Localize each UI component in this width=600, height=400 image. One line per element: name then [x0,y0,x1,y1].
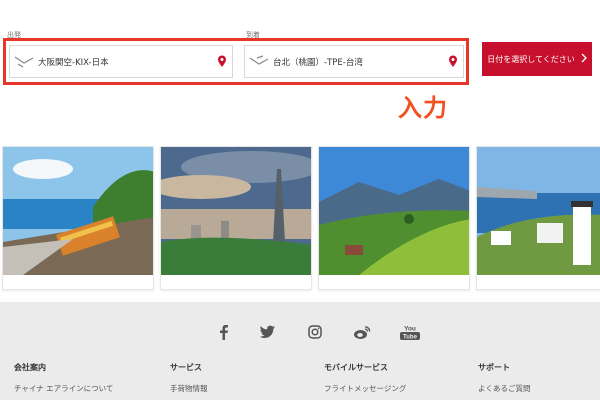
footer-column-services: サービス 手荷物情報 [170,362,208,394]
chevron-right-icon [581,53,587,65]
weibo-icon[interactable] [352,322,372,342]
destination-field[interactable]: 台北（桃園）-TPE-台湾 [244,45,464,78]
destination-card-mountain[interactable] [318,146,470,290]
svg-text:You: You [404,326,416,333]
map-pin-icon[interactable] [212,55,232,68]
footer-column-company: 会社案内 チャイナ エアラインについて [14,362,113,394]
origin-value: 大阪関空-KIX-日本 [38,57,109,68]
destination-card-lighthouse[interactable] [476,146,600,290]
footer-column-title: 会社案内 [14,363,46,372]
footer-column-title: サポート [478,363,510,372]
origin-field[interactable]: 大阪関空-KIX-日本 [9,45,233,78]
instagram-icon[interactable] [305,322,325,342]
select-date-label: 日付を選択してください [487,54,575,64]
footer-column-support: サポート よくあるご質問 [478,362,531,394]
select-date-button[interactable]: 日付を選択してください [482,42,592,76]
map-pin-icon[interactable] [443,55,463,68]
mountain-grassland-image [319,147,469,275]
footer-column-mobile: モバイルサービス フライトメッセージング [324,362,406,394]
page: 出発 到着 大阪関空-KIX-日本 台北（桃園）-TPE-台湾 日付を選択してく… [0,0,600,400]
destination-value: 台北（桃園）-TPE-台湾 [273,57,363,68]
coastal-train-image [3,147,153,275]
twitter-icon[interactable] [258,322,278,342]
destination-cards [0,146,600,290]
svg-text:Tube: Tube [403,334,418,340]
arrival-plane-icon [245,46,273,77]
departure-plane-icon [10,46,38,77]
footer-column-title: モバイルサービス [324,363,388,372]
lighthouse-image [477,147,600,275]
footer-link[interactable]: よくあるご質問 [478,383,531,394]
destination-card-train[interactable] [2,146,154,290]
taipei-101-image [161,147,311,275]
search-highlight-box: 大阪関空-KIX-日本 台北（桃園）-TPE-台湾 [3,38,469,85]
footer-link[interactable]: 手荷物情報 [170,383,208,394]
footer: You Tube 会社案内 チャイナ エアラインについて サービス 手荷物情報 モ… [0,302,600,400]
footer-link[interactable]: フライトメッセージング [324,383,406,394]
youtube-icon[interactable]: You Tube [398,322,422,342]
social-links: You Tube [0,322,600,342]
input-annotation: 入力 [398,94,448,122]
footer-column-title: サービス [170,363,202,372]
facebook-icon[interactable] [214,322,234,342]
footer-link[interactable]: チャイナ エアラインについて [14,383,113,394]
destination-card-taipei[interactable] [160,146,312,290]
